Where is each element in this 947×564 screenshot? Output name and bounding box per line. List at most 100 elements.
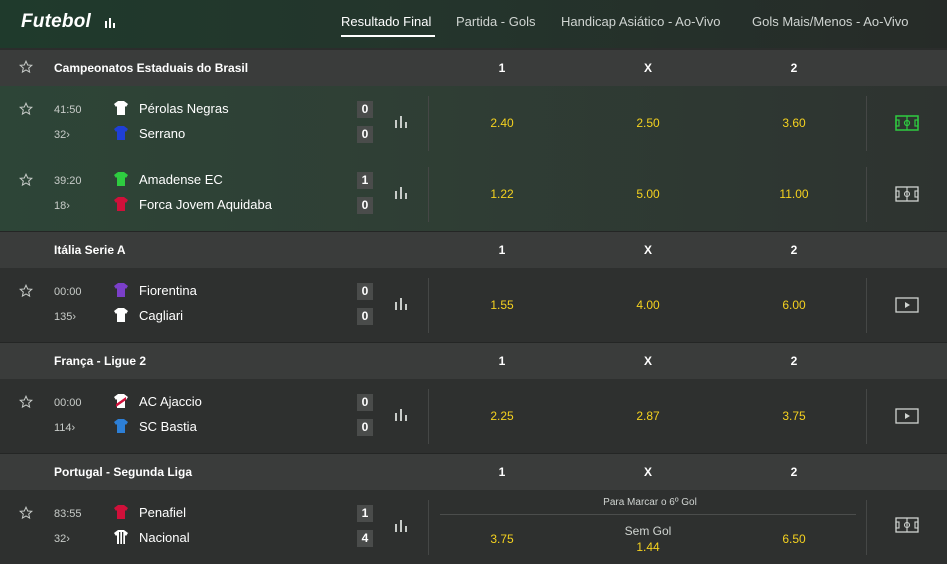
divider bbox=[866, 278, 867, 333]
stats-icon[interactable] bbox=[393, 113, 409, 129]
column-header-away: 2 bbox=[790, 465, 798, 479]
more-markets-link[interactable]: 18› bbox=[54, 200, 70, 212]
competition-title: França - Ligue 2 bbox=[54, 354, 147, 368]
away-score: 0 bbox=[357, 308, 373, 325]
column-header-draw: X bbox=[643, 354, 652, 368]
home-team-name: Amadense EC bbox=[139, 172, 223, 187]
odd-home[interactable]: 1.55 bbox=[472, 298, 532, 312]
team-shirt-icon bbox=[114, 197, 128, 211]
divider bbox=[428, 389, 429, 444]
odd-away[interactable]: 11.00 bbox=[764, 187, 824, 201]
odd-away[interactable]: 3.60 bbox=[764, 116, 824, 130]
star-icon[interactable] bbox=[19, 60, 33, 74]
divider bbox=[428, 500, 429, 555]
play-icon[interactable] bbox=[895, 297, 919, 313]
column-header-away: 2 bbox=[790, 243, 798, 257]
home-team-name: Fiorentina bbox=[139, 283, 197, 298]
sport-title: Futebol bbox=[21, 11, 91, 32]
team-shirt-icon bbox=[114, 505, 128, 519]
odd-draw[interactable]: 2.87 bbox=[618, 409, 678, 423]
competition-header: França - Ligue 2 1 X 2 bbox=[0, 343, 947, 379]
stats-icon[interactable] bbox=[393, 295, 409, 311]
star-icon[interactable] bbox=[19, 506, 33, 520]
stats-icon[interactable] bbox=[393, 406, 409, 422]
pitch-icon[interactable] bbox=[895, 186, 919, 202]
star-icon[interactable] bbox=[19, 395, 33, 409]
tab-handicap-asiatico[interactable]: Handicap Asiático - Ao-Vivo bbox=[561, 14, 720, 29]
match-clock: 39:20 bbox=[54, 175, 82, 187]
team-shirt-icon bbox=[114, 172, 128, 186]
match-row[interactable]: 83:55 32› Penafiel Nacional 1 4 Para Mar… bbox=[0, 490, 947, 564]
more-markets-count: 32 bbox=[54, 533, 67, 545]
column-header-home: 1 bbox=[498, 243, 506, 257]
away-score: 0 bbox=[357, 126, 373, 143]
more-markets-link[interactable]: 114› bbox=[54, 422, 75, 434]
tab-resultado-final[interactable]: Resultado Final bbox=[341, 14, 431, 29]
star-icon[interactable] bbox=[19, 102, 33, 116]
column-header-draw: X bbox=[643, 465, 652, 479]
stats-icon[interactable] bbox=[393, 517, 409, 533]
team-shirt-icon bbox=[114, 283, 128, 297]
divider bbox=[866, 500, 867, 555]
odd-home[interactable]: 1.22 bbox=[472, 187, 532, 201]
chevron-right-icon: › bbox=[71, 422, 76, 434]
home-score: 0 bbox=[357, 394, 373, 411]
odd-draw[interactable]: 4.00 bbox=[618, 298, 678, 312]
competition-header: Portugal - Segunda Liga 1 X 2 bbox=[0, 454, 947, 490]
column-header-home: 1 bbox=[498, 61, 506, 75]
home-score: 0 bbox=[357, 101, 373, 118]
match-row[interactable]: 41:50 32› Pérolas Negras Serrano 0 0 2.4… bbox=[0, 86, 947, 161]
match-row[interactable]: 00:00 114› AC Ajaccio SC Bastia 0 0 2.25… bbox=[0, 379, 947, 454]
away-team-name: SC Bastia bbox=[139, 419, 197, 434]
match-row[interactable]: 00:00 135› Fiorentina Cagliari 0 0 1.55 … bbox=[0, 268, 947, 343]
more-markets-link[interactable]: 32› bbox=[54, 129, 70, 141]
away-team-name: Forca Jovem Aquidaba bbox=[139, 197, 272, 212]
star-icon[interactable] bbox=[19, 173, 33, 187]
odd-draw[interactable]: 5.00 bbox=[618, 187, 678, 201]
tab-partida-gols[interactable]: Partida - Gols bbox=[456, 14, 535, 29]
competition-header: Campeonatos Estaduais do Brasil 1 X 2 bbox=[0, 50, 947, 86]
play-icon[interactable] bbox=[895, 408, 919, 424]
divider bbox=[866, 167, 867, 222]
chevron-right-icon: › bbox=[72, 311, 77, 323]
home-team-name: AC Ajaccio bbox=[139, 394, 202, 409]
team-shirt-icon bbox=[114, 419, 128, 433]
away-team-name: Cagliari bbox=[139, 308, 184, 323]
chevron-right-icon: › bbox=[66, 200, 70, 212]
team-shirt-icon bbox=[114, 394, 128, 408]
divider bbox=[866, 96, 867, 151]
more-markets-count: 135 bbox=[54, 311, 73, 323]
more-markets-count: 114 bbox=[54, 422, 72, 434]
tab-gols-mais-menos[interactable]: Gols Mais/Menos - Ao-Vivo bbox=[752, 14, 909, 29]
more-markets-count: 32 bbox=[54, 129, 67, 141]
chevron-right-icon: › bbox=[66, 129, 70, 141]
chevron-right-icon: › bbox=[66, 533, 70, 545]
odd-home[interactable]: 2.25 bbox=[472, 409, 532, 423]
competition-title: Itália Serie A bbox=[54, 243, 126, 257]
star-icon[interactable] bbox=[19, 284, 33, 298]
pitch-icon[interactable] bbox=[895, 517, 919, 533]
competition-title: Portugal - Segunda Liga bbox=[54, 465, 193, 479]
market-label: Para Marcar o 6º Gol bbox=[603, 497, 697, 508]
market-separator bbox=[440, 514, 856, 515]
odd-away[interactable]: 3.75 bbox=[764, 409, 824, 423]
away-score: 0 bbox=[357, 419, 373, 436]
away-team-name: Nacional bbox=[139, 530, 190, 545]
stats-icon[interactable] bbox=[393, 184, 409, 200]
pitch-icon[interactable] bbox=[895, 115, 919, 131]
match-row[interactable]: 39:20 18› Amadense EC Forca Jovem Aquida… bbox=[0, 157, 947, 232]
active-tab-indicator bbox=[341, 35, 435, 37]
odd-home[interactable]: 3.75 bbox=[472, 532, 532, 546]
odd-away[interactable]: 6.00 bbox=[764, 298, 824, 312]
more-markets-link[interactable]: 32› bbox=[54, 533, 70, 545]
odd-draw[interactable]: 1.44 bbox=[618, 540, 678, 554]
odd-away[interactable]: 6.50 bbox=[764, 532, 824, 546]
bar-chart-icon[interactable] bbox=[104, 15, 118, 29]
competition-title: Campeonatos Estaduais do Brasil bbox=[54, 61, 249, 75]
team-shirt-icon bbox=[114, 101, 128, 115]
odd-draw[interactable]: 2.50 bbox=[618, 116, 678, 130]
home-score: 0 bbox=[357, 283, 373, 300]
odd-home[interactable]: 2.40 bbox=[472, 116, 532, 130]
column-header-draw: X bbox=[643, 61, 652, 75]
more-markets-link[interactable]: 135› bbox=[54, 311, 76, 323]
